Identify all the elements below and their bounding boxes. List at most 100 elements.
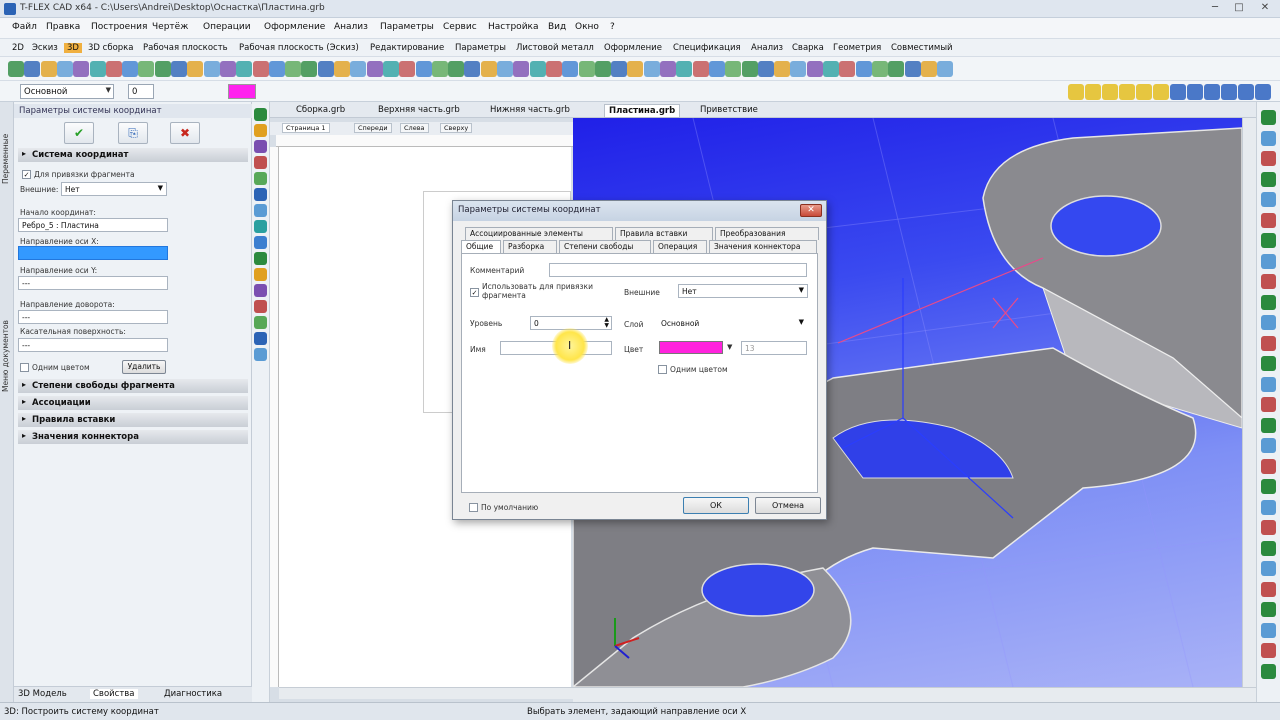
tool-icon[interactable] (254, 220, 267, 233)
ribbon-tab-2d[interactable]: 2D (12, 43, 24, 53)
doc-tab-lower[interactable]: Нижняя часть.grb (486, 104, 574, 118)
view-tool-icon[interactable] (1261, 479, 1276, 494)
ribbon-tab-design[interactable]: Оформление (604, 43, 662, 53)
toolbar-tool-icon[interactable] (660, 61, 676, 77)
tool-icon[interactable] (254, 124, 267, 137)
side-tab-doc-menu[interactable]: Меню документов (1, 292, 13, 392)
tool-icon[interactable] (254, 156, 267, 169)
view-cube-icon[interactable] (1102, 84, 1118, 100)
maximize-button[interactable]: □ (1230, 2, 1248, 15)
tab-operation[interactable]: Операция (653, 240, 707, 253)
page-tab-front[interactable]: Спереди (354, 123, 392, 133)
tab-transforms[interactable]: Преобразования (715, 227, 819, 240)
view-cube-icon[interactable] (1170, 84, 1186, 100)
view-tool-icon[interactable] (1261, 253, 1276, 269)
dialog-ok-button[interactable]: ОК (683, 497, 749, 514)
doc-tab-assembly[interactable]: Сборка.grb (292, 104, 349, 118)
doc-tab-upper[interactable]: Верхняя часть.grb (374, 104, 464, 118)
ribbon-tab-3d[interactable]: 3D (64, 43, 82, 53)
menu-file[interactable]: Файл (12, 22, 37, 32)
view-cube-icon[interactable] (1204, 84, 1220, 100)
menu-design[interactable]: Оформление (264, 22, 325, 32)
toolbar-tool-icon[interactable] (415, 61, 432, 77)
view-cube-icon[interactable] (1119, 84, 1135, 100)
tool-icon[interactable] (254, 172, 267, 185)
tool-icon[interactable] (254, 284, 267, 297)
view-cube-icon[interactable] (1068, 84, 1084, 100)
ribbon-tab-compatible[interactable]: Совместимый (891, 43, 953, 53)
view-tool-icon[interactable] (1261, 561, 1276, 576)
ribbon-tab-params[interactable]: Параметры (455, 43, 506, 53)
doc-tab-welcome[interactable]: Приветствие (696, 104, 762, 118)
menu-build[interactable]: Построения (91, 22, 147, 32)
toolbar-tool-icon[interactable] (708, 61, 725, 77)
toolbar-tool-icon[interactable] (937, 61, 954, 77)
toolbar-tool-icon[interactable] (676, 61, 693, 77)
toolbar-tool-icon[interactable] (105, 61, 122, 77)
toolbar-tool-icon[interactable] (73, 61, 90, 77)
layer-combo[interactable]: Основной ▼ (20, 84, 114, 99)
toolbar-tool-icon[interactable] (203, 61, 220, 77)
view-tool-icon[interactable] (1261, 356, 1276, 371)
tool-icon[interactable] (254, 204, 267, 217)
tool-icon[interactable] (254, 140, 267, 153)
view-cube-icon[interactable] (1136, 84, 1152, 100)
toolbar-tool-icon[interactable] (790, 61, 807, 77)
external-select[interactable]: Нет ▼ (61, 182, 167, 196)
use-bind-checkbox[interactable]: ✓ (470, 288, 479, 297)
toolbar-tool-icon[interactable] (627, 61, 644, 77)
toolbar-tool-icon[interactable] (562, 61, 579, 77)
page-tab-top[interactable]: Сверху (440, 123, 473, 133)
tool-icon[interactable] (254, 300, 267, 313)
tool-icon[interactable] (254, 348, 267, 361)
ribbon-tab-edit[interactable]: Редактирование (370, 43, 444, 53)
tab-general[interactable]: Общие (461, 240, 501, 253)
tab-properties[interactable]: Свойства (90, 689, 138, 699)
toolbar-tool-icon[interactable] (350, 61, 367, 77)
chevron-down-icon[interactable]: ▼ (727, 343, 732, 351)
toolbar-tool-icon[interactable] (366, 61, 383, 77)
ribbon-tab-welding[interactable]: Сварка (792, 43, 824, 53)
toolbar-tool-icon[interactable] (89, 61, 106, 77)
view-tool-icon[interactable] (1261, 458, 1276, 474)
ribbon-tab-spec[interactable]: Спецификация (673, 43, 741, 53)
ok-button[interactable]: ✔ (64, 122, 94, 144)
one-color-checkbox[interactable] (658, 365, 667, 374)
ribbon-tab-sketch[interactable]: Эскиз (32, 43, 58, 53)
toolbar-tool-icon[interactable] (236, 61, 253, 77)
spin-icon[interactable]: ▲ ▼ (604, 317, 609, 329)
toolbar-tool-icon[interactable] (448, 61, 465, 77)
toolbar-tool-icon[interactable] (431, 61, 448, 77)
toolbar-tool-icon[interactable] (855, 61, 872, 77)
menu-settings[interactable]: Настройка (488, 22, 539, 32)
view-tool-icon[interactable] (1261, 520, 1276, 535)
tab-3d-model[interactable]: 3D Модель (18, 689, 67, 699)
toolbar-tool-icon[interactable] (399, 61, 416, 77)
color-number-field[interactable]: 13 (741, 341, 807, 355)
page-tab-left[interactable]: Слева (400, 123, 429, 133)
view-tool-icon[interactable] (1261, 171, 1276, 187)
toolbar-tool-icon[interactable] (171, 61, 187, 77)
level-field[interactable]: 0 (128, 84, 154, 99)
origin-field[interactable]: Ребро_5 : Пластина (18, 218, 168, 232)
toolbar-tool-icon[interactable] (268, 61, 285, 77)
toolbar-tool-icon[interactable] (529, 61, 546, 77)
view-tool-icon[interactable] (1261, 192, 1276, 207)
toolbar-tool-icon[interactable] (334, 61, 350, 77)
ribbon-tab-workplane-sketch[interactable]: Рабочая плоскость (Эскиз) (239, 43, 359, 53)
menu-analysis[interactable]: Анализ (334, 22, 368, 32)
menu-service[interactable]: Сервис (443, 22, 477, 32)
menu-help[interactable]: ? (610, 22, 615, 32)
cancel-button[interactable]: ✖ (170, 122, 200, 144)
view-tool-icon[interactable] (1261, 212, 1276, 228)
view-tool-icon[interactable] (1261, 499, 1276, 515)
view-tool-icon[interactable] (1261, 417, 1276, 433)
delete-button[interactable]: Удалить (122, 360, 166, 374)
toolbar-tool-icon[interactable] (692, 61, 709, 77)
toolbar-tool-icon[interactable] (643, 61, 660, 77)
tangent-field[interactable]: --- (18, 338, 168, 352)
tool-icon[interactable] (254, 252, 267, 265)
toolbar-tool-icon[interactable] (219, 61, 236, 77)
view-tool-icon[interactable] (1261, 315, 1276, 330)
ribbon-tab-geometry[interactable]: Геометрия (833, 43, 881, 53)
